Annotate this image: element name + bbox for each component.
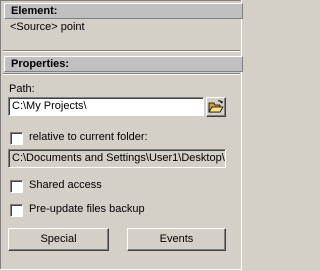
backup-label: Pre-update files backup xyxy=(29,203,145,215)
path-input[interactable]: C:\My Projects\ xyxy=(8,97,204,116)
special-button[interactable]: Special xyxy=(8,228,109,251)
element-header: Element: xyxy=(4,3,243,19)
folder-open-icon xyxy=(208,100,224,113)
path-label: Path: xyxy=(9,83,35,95)
shared-access-checkbox[interactable] xyxy=(10,180,23,193)
properties-divider xyxy=(3,73,240,75)
browse-button[interactable] xyxy=(206,97,226,117)
events-button[interactable]: Events xyxy=(127,228,226,251)
relative-label: relative to current folder: xyxy=(29,131,148,143)
shared-access-label: Shared access xyxy=(29,179,102,191)
backup-checkbox[interactable] xyxy=(10,204,23,217)
properties-header-label: Properties: xyxy=(11,58,70,70)
relative-checkbox[interactable] xyxy=(10,132,23,145)
properties-header: Properties: xyxy=(4,56,243,72)
section-divider xyxy=(3,50,240,52)
resolved-path-field: C:\Documents and Settings\User1\Desktop\ xyxy=(8,149,226,168)
element-header-label: Element: xyxy=(11,5,58,17)
element-value: <Source> point xyxy=(10,21,85,33)
